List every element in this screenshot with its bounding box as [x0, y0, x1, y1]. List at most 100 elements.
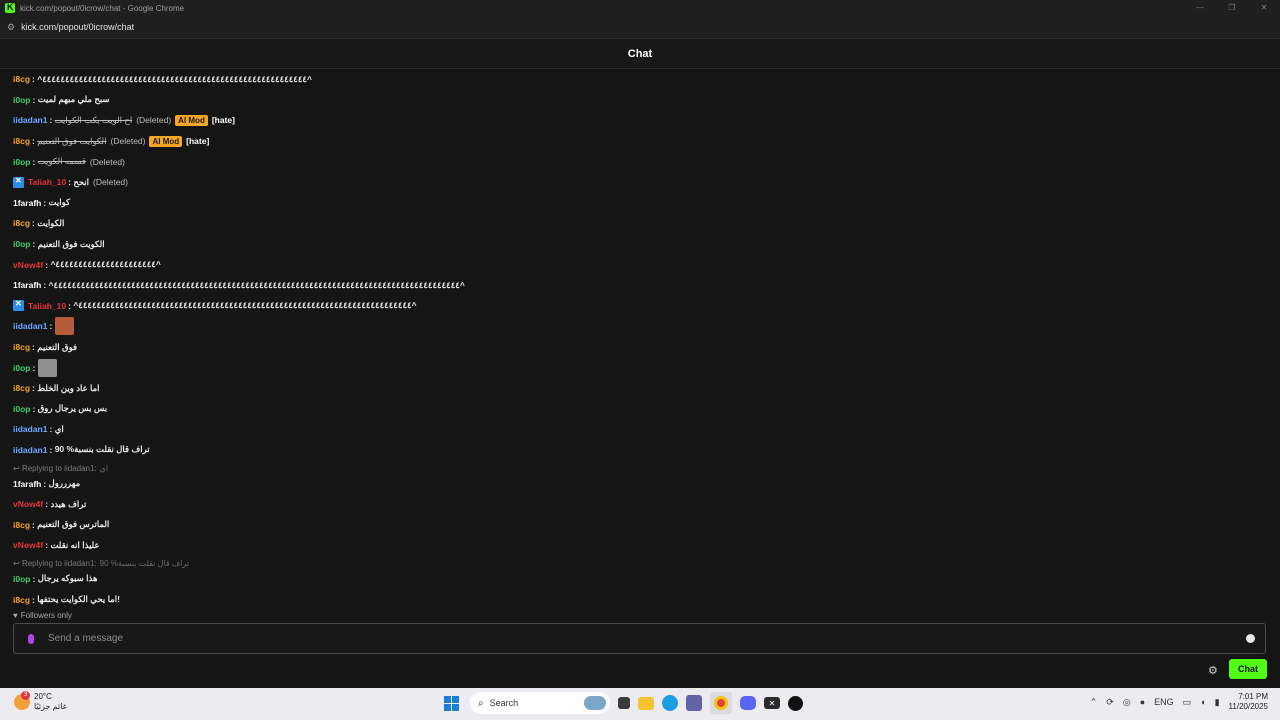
chat-message[interactable]: i0op: هذا سبوكه يرجال: [13, 569, 1263, 590]
chat-message[interactable]: i8cg: اما يحي الكوايت يحتفها!: [13, 589, 1263, 609]
reply-context[interactable]: ↩ Replying to iidadan1: اي: [13, 463, 1263, 473]
discord-icon[interactable]: [740, 696, 756, 710]
chat-username[interactable]: vNow4f: [13, 499, 43, 509]
chat-message[interactable]: Taliah_10: ^٤٤٤٤٤٤٤٤٤٤٤٤٤٤٤٤٤٤٤٤٤٤٤٤٤٤٤٤…: [13, 296, 1263, 317]
face-emote[interactable]: [54, 317, 74, 336]
mic-icon[interactable]: [28, 633, 34, 644]
terminal-icon[interactable]: ✕: [764, 697, 780, 709]
chat-username[interactable]: 1farafh: [13, 198, 41, 208]
message-input-box[interactable]: Send a message: [13, 623, 1266, 654]
chat-message[interactable]: vNow4f: عليذا انه نقلت: [13, 535, 1263, 556]
close-button[interactable]: ✕: [1248, 0, 1280, 16]
chat-message[interactable]: i8cg: فوق التعنيم: [13, 337, 1263, 358]
chat-username[interactable]: vNow4f: [13, 260, 43, 270]
moderation-tag: [hate]: [186, 136, 210, 147]
chat-username[interactable]: 1farafh: [13, 280, 41, 290]
battery-icon[interactable]: ▮: [1215, 697, 1220, 708]
chat-username[interactable]: iidadan1: [13, 424, 47, 434]
weather-widget[interactable]: 3 20°C غائم جزئيًا: [14, 691, 67, 712]
minimize-button[interactable]: —: [1184, 0, 1216, 16]
window-title: kick.com/popout/0icrow/chat - Google Chr…: [20, 3, 185, 13]
display-icon[interactable]: ▭: [1183, 697, 1192, 708]
chat-username[interactable]: i0op: [13, 404, 30, 414]
language-indicator[interactable]: ENG: [1154, 697, 1174, 707]
figure-emote[interactable]: [37, 358, 57, 377]
message-text: ^٤٤٤٤٤٤٤٤٤٤٤٤٤٤٤٤٤٤٤٤٤٤٤٤٤٤٤٤٤٤٤٤٤٤٤٤٤٤٤…: [37, 73, 312, 84]
message-text: الكويت فوق التعنيم: [37, 238, 105, 249]
clock[interactable]: 7:01 PM 11/20/2025: [1229, 692, 1268, 712]
chat-username[interactable]: i8cg: [13, 136, 30, 146]
chat-username[interactable]: i0op: [13, 239, 30, 249]
taskbar-search[interactable]: ⌕ Search: [470, 692, 610, 714]
restore-button[interactable]: ❐: [1216, 0, 1248, 16]
chat-message-list[interactable]: i8cg: ^٤٤٤٤٤٤٤٤٤٤٤٤٤٤٤٤٤٤٤٤٤٤٤٤٤٤٤٤٤٤٤٤٤…: [13, 69, 1263, 609]
chat-username[interactable]: i8cg: [13, 218, 30, 228]
chat-message[interactable]: iidadan1: 90 %تراف قال نقلت بنسبة: [13, 440, 1263, 461]
emoji-icon[interactable]: [1246, 634, 1255, 643]
moderator-badge-icon[interactable]: [13, 176, 24, 188]
start-icon[interactable]: [440, 692, 462, 714]
volume-icon[interactable]: ◖: [1200, 697, 1205, 707]
file-explorer-icon[interactable]: [638, 696, 654, 710]
chat-username[interactable]: vNow4f: [13, 540, 43, 550]
chat-message[interactable]: i8cg: الكوايت: [13, 213, 1263, 234]
message-input[interactable]: Send a message: [48, 633, 1246, 644]
chat-message[interactable]: i8cg: الكوايت فوق التعنيم (Deleted) AI Mod…: [13, 131, 1263, 152]
followers-only-label: Followers only: [20, 610, 72, 620]
deleted-label: (Deleted): [89, 156, 125, 167]
chat-username[interactable]: i8cg: [13, 74, 30, 84]
chat-username[interactable]: i8cg: [13, 342, 30, 352]
microphone-icon[interactable]: ●: [1140, 697, 1145, 707]
reply-context[interactable]: ↩ Replying to iidadan1: 90 %تراف قال نقلت…: [13, 559, 1263, 569]
gear-icon[interactable]: ⚙: [1208, 664, 1218, 677]
chat-username[interactable]: i8cg: [13, 595, 30, 605]
chat-message[interactable]: 1farafh: مهرررول: [13, 473, 1263, 494]
site-settings-icon[interactable]: ⚙: [7, 22, 15, 33]
chat-message[interactable]: i0op: بس بس يرجال روق: [13, 399, 1263, 420]
url-text[interactable]: kick.com/popout/0icrow/chat: [21, 22, 134, 32]
chat-username[interactable]: i0op: [13, 157, 30, 167]
chrome-icon[interactable]: [710, 692, 732, 714]
search-label: Search: [489, 698, 519, 708]
chat-message[interactable]: i0op: سبح ملي مبهم لميت: [13, 90, 1263, 111]
chat-message[interactable]: iidadan1:: [13, 316, 1263, 337]
task-view-icon[interactable]: [618, 697, 630, 709]
chat-username[interactable]: i8cg: [13, 520, 30, 530]
moderator-badge-icon[interactable]: [13, 299, 24, 312]
chat-message[interactable]: 1farafh: كوايت: [13, 193, 1263, 214]
chat-username[interactable]: iidadan1: [13, 115, 47, 125]
heart-icon: ♥: [13, 610, 18, 620]
chat-username[interactable]: iidadan1: [13, 321, 47, 331]
chat-title: Chat: [627, 47, 653, 60]
chat-message[interactable]: iidadan1: اح الويت يكب الكوايت (Deleted) A…: [13, 110, 1263, 131]
network-icon[interactable]: ◎: [1123, 697, 1131, 708]
chat-message[interactable]: i8cg: اما عاد وين الخلط: [13, 378, 1263, 399]
message-text: عليذا انه نقلت: [50, 539, 100, 550]
chat-username[interactable]: i0op: [13, 95, 30, 105]
chat-message[interactable]: Taliah_10: انحح(Deleted): [13, 172, 1263, 193]
chat-message[interactable]: i0op: الكويت فوق التعنيم: [13, 234, 1263, 255]
chat-username[interactable]: i0op: [13, 363, 30, 373]
chat-message[interactable]: i0op: قسمه الكويت (Deleted): [13, 151, 1263, 172]
reply-arrow-icon: ↩: [13, 559, 22, 569]
chat-message[interactable]: 1farafh: ^٤٤٤٤٤٤٤٤٤٤٤٤٤٤٤٤٤٤٤٤٤٤٤٤٤٤٤٤٤٤…: [13, 275, 1263, 296]
chat-username[interactable]: Taliah_10: [28, 301, 66, 311]
edge-icon[interactable]: [662, 695, 678, 711]
chat-username[interactable]: i0op: [13, 574, 30, 584]
chat-message[interactable]: i8cg: الماترس فوق التعنيم: [13, 514, 1263, 535]
chat-message[interactable]: vNow4f: تراف هيدد: [13, 494, 1263, 515]
sync-icon[interactable]: ⟳: [1106, 697, 1114, 708]
chat-username[interactable]: i8cg: [13, 383, 30, 393]
chat-message[interactable]: i0op:: [13, 357, 1263, 378]
chat-username[interactable]: 1farafh: [13, 479, 41, 489]
chat-username[interactable]: Taliah_10: [28, 177, 66, 187]
send-chat-button[interactable]: Chat: [1229, 659, 1267, 679]
teams-icon[interactable]: [686, 695, 702, 711]
chat-message[interactable]: iidadan1: اي: [13, 419, 1263, 440]
chevron-up-icon[interactable]: ⌃: [1090, 697, 1098, 708]
app-icon[interactable]: [788, 695, 803, 711]
chat-message[interactable]: i8cg: ^٤٤٤٤٤٤٤٤٤٤٤٤٤٤٤٤٤٤٤٤٤٤٤٤٤٤٤٤٤٤٤٤٤…: [13, 69, 1263, 90]
chat-message[interactable]: vNow4f: ^٤٤٤٤٤٤٤٤٤٤٤٤٤٤٤٤٤٤٤٤٤٤^: [13, 254, 1263, 275]
deleted-message-text: قسمه الكويت: [37, 156, 86, 167]
chat-username[interactable]: iidadan1: [13, 445, 47, 455]
